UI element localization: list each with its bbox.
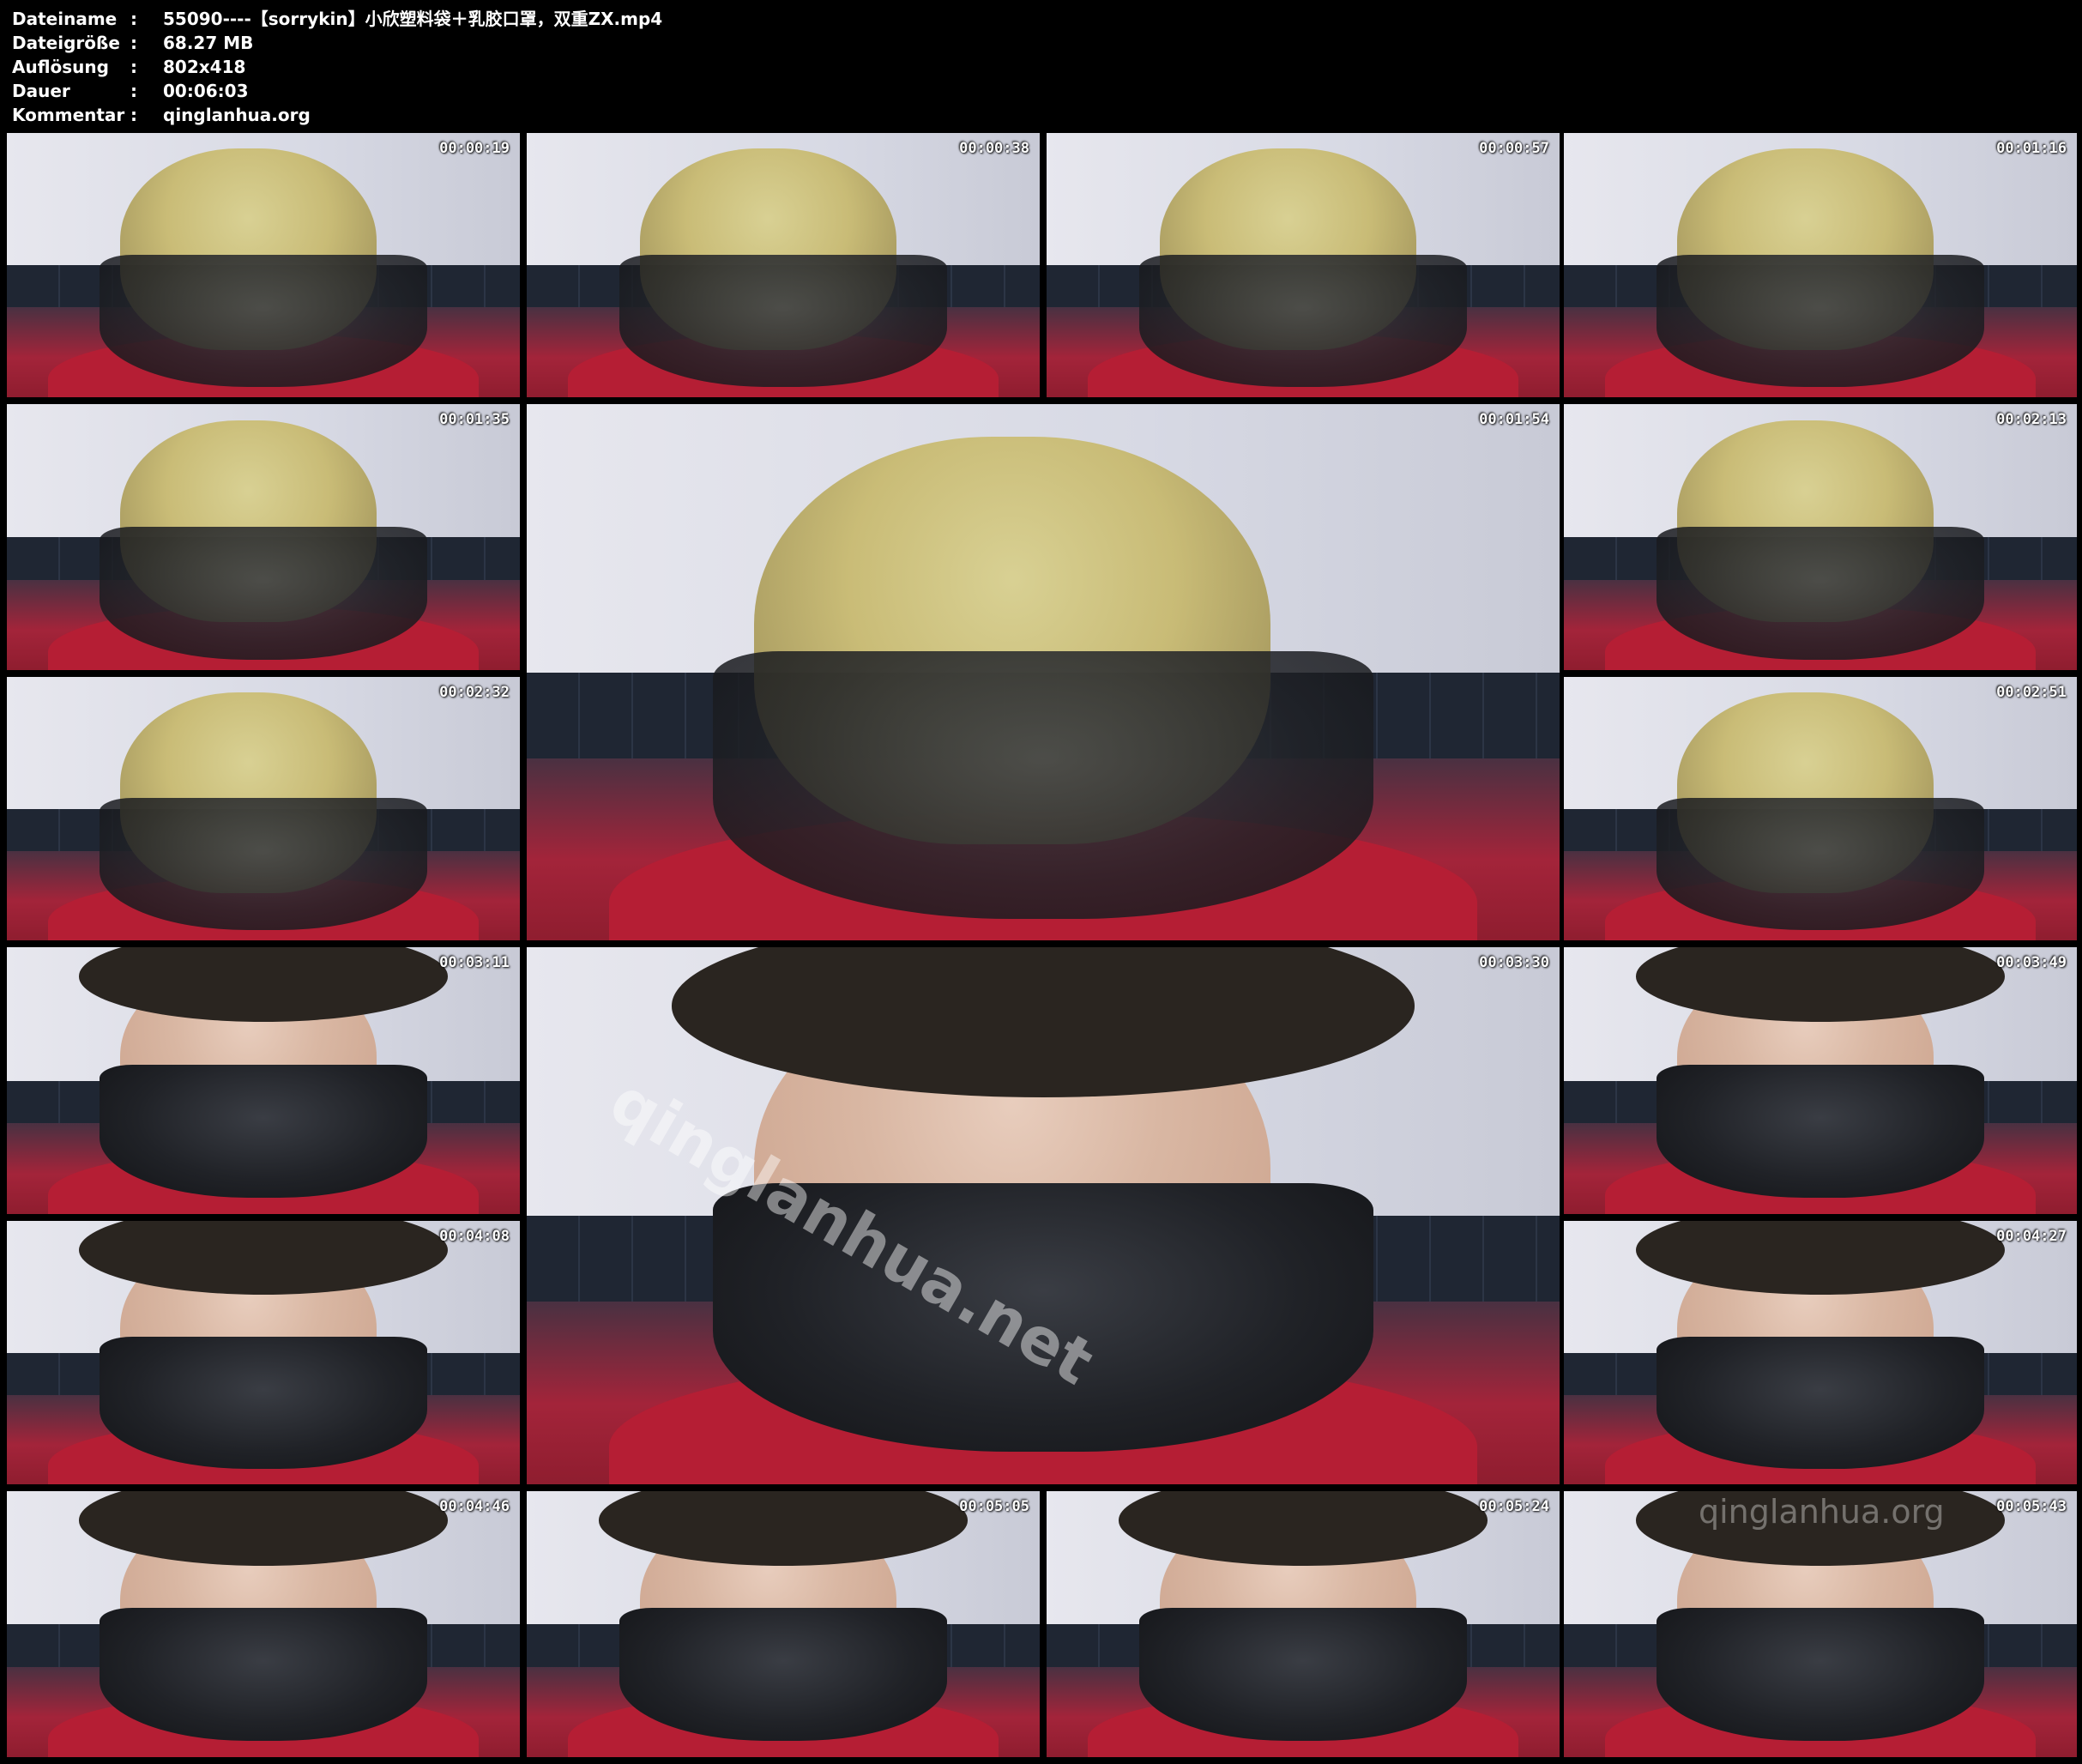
timestamp: 00:00:57	[1479, 140, 1549, 157]
latex-mask-image	[99, 1064, 428, 1199]
meta-key: Kommentar	[12, 105, 125, 125]
thumbnail-frame: 00:01:35	[7, 404, 520, 670]
thumbnail-frame: 00:05:05	[527, 1491, 1040, 1757]
latex-mask-image	[619, 1608, 948, 1742]
timestamp: 00:05:05	[959, 1498, 1029, 1515]
meta-row-resolution: Auflösung : 802x418	[12, 55, 662, 79]
meta-value: 00:06:03	[163, 81, 249, 101]
thumbnail-frame: 00:00:57	[1047, 133, 1560, 397]
timestamp: 00:02:51	[1996, 684, 2067, 701]
timestamp: 00:01:35	[439, 411, 510, 428]
mask-image	[1656, 254, 1985, 387]
timestamp: 00:03:11	[439, 954, 510, 971]
timestamp: 00:00:38	[959, 140, 1029, 157]
thumbnail-frame: 00:04:08	[7, 1221, 520, 1484]
meta-key: Auflösung	[12, 57, 109, 77]
timestamp: 00:00:19	[439, 140, 510, 157]
latex-mask-image	[1138, 1608, 1468, 1742]
thumbnail-frame: 00:03:11	[7, 947, 520, 1214]
meta-separator: :	[130, 57, 137, 77]
meta-separator: :	[130, 81, 137, 101]
mask-image	[99, 526, 428, 660]
timestamp: 00:04:08	[439, 1228, 510, 1245]
meta-value: 68.27 MB	[163, 33, 254, 53]
thumbnail-frame: 00:05:43	[1564, 1491, 2077, 1757]
mask-image	[99, 798, 428, 930]
meta-key: Dateigröße	[12, 33, 120, 53]
thumbnail-frame: 00:01:16	[1564, 133, 2077, 397]
meta-row-duration: Dauer : 00:06:03	[12, 79, 662, 103]
meta-value: 55090----【sorrykin】小欣塑料袋＋乳胶口罩，双重ZX.mp4	[163, 9, 663, 29]
thumbnail-frame: 00:04:27	[1564, 1221, 2077, 1484]
meta-value: 802x418	[163, 57, 246, 77]
timestamp: 00:03:30	[1479, 954, 1549, 971]
meta-key: Dateiname	[12, 9, 118, 29]
latex-mask-image	[99, 1608, 428, 1742]
mask-image	[619, 254, 948, 387]
mask-image	[1138, 254, 1468, 387]
thumbnail-frame: 00:02:32	[7, 677, 520, 940]
timestamp: 00:04:27	[1996, 1228, 2067, 1245]
meta-row-filename: Dateiname : 55090----【sorrykin】小欣塑料袋＋乳胶口…	[12, 7, 662, 31]
thumbnail-frame-large: 00:03:30	[527, 947, 1560, 1484]
latex-mask-image	[1656, 1608, 1985, 1742]
meta-key: Dauer	[12, 81, 70, 101]
meta-row-comment: Kommentar : qinglanhua.org	[12, 103, 662, 127]
meta-value: qinglanhua.org	[163, 105, 311, 125]
latex-mask-image	[1656, 1337, 1985, 1469]
timestamp: 00:05:43	[1996, 1498, 2067, 1515]
meta-separator: :	[130, 105, 137, 125]
timestamp: 00:02:13	[1996, 411, 2067, 428]
mask-image	[1656, 798, 1985, 930]
thumbnail-frame-large: 00:01:54	[527, 404, 1560, 940]
thumbnail-frame: 00:00:19	[7, 133, 520, 397]
thumbnail-frame: 00:02:13	[1564, 404, 2077, 670]
thumbnail-frame: 00:02:51	[1564, 677, 2077, 940]
timestamp: 00:01:16	[1996, 140, 2067, 157]
meta-row-filesize: Dateigröße : 68.27 MB	[12, 31, 662, 55]
file-info-block: Dateiname : 55090----【sorrykin】小欣塑料袋＋乳胶口…	[12, 7, 662, 127]
timestamp: 00:02:32	[439, 684, 510, 701]
thumbnail-frame: 00:04:46	[7, 1491, 520, 1757]
timestamp: 00:05:24	[1479, 1498, 1549, 1515]
latex-mask-image	[1656, 1064, 1985, 1199]
thumbnail-frame: 00:05:24	[1047, 1491, 1560, 1757]
mask-image	[712, 650, 1374, 919]
logo-watermark-text: qinglanhua.org	[1699, 1493, 1945, 1531]
mask-image	[1656, 526, 1985, 660]
timestamp: 00:01:54	[1479, 411, 1549, 428]
timestamp: 00:04:46	[439, 1498, 510, 1515]
mask-image	[99, 254, 428, 387]
thumbnail-frame: 00:00:38	[527, 133, 1040, 397]
timestamp: 00:03:49	[1996, 954, 2067, 971]
meta-separator: :	[130, 9, 137, 29]
meta-separator: :	[130, 33, 137, 53]
latex-mask-image	[99, 1337, 428, 1469]
thumbnail-frame: 00:03:49	[1564, 947, 2077, 1214]
